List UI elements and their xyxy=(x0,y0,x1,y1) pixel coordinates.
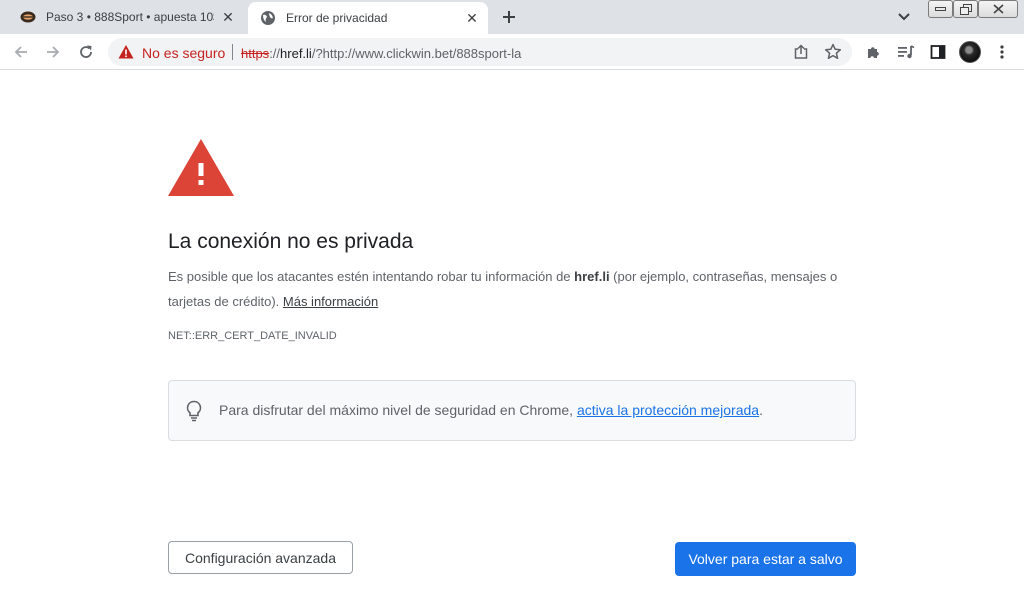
tab-title: Paso 3 • 888Sport • apuesta 10$ xyxy=(46,10,214,24)
error-code: NET::ERR_CERT_DATE_INVALID xyxy=(168,330,337,342)
url-separator: :// xyxy=(269,46,281,61)
enhanced-protection-promo: Para disfrutar del máximo nivel de segur… xyxy=(168,380,856,441)
tab-title: Error de privacidad xyxy=(286,11,388,25)
back-button[interactable] xyxy=(10,41,32,63)
close-tab-icon[interactable]: ✕ xyxy=(464,10,480,26)
reload-button[interactable] xyxy=(75,41,97,63)
minimize-icon xyxy=(935,7,946,11)
888sport-favicon xyxy=(20,11,36,23)
security-status[interactable]: No es seguro xyxy=(142,45,225,61)
plus-icon xyxy=(503,11,515,23)
forward-button[interactable] xyxy=(42,41,64,63)
warning-triangle-icon xyxy=(168,139,234,196)
toolbar: No es seguro https://href.li/?http://www… xyxy=(0,34,1024,70)
tab-888sport[interactable]: Paso 3 • 888Sport • apuesta 10$ ✕ xyxy=(8,0,248,34)
divider xyxy=(232,44,233,60)
main-message: Es posible que los atacantes estén inten… xyxy=(168,264,858,314)
lightbulb-icon xyxy=(186,400,202,422)
minimize-button[interactable] xyxy=(928,0,953,18)
globe-icon xyxy=(261,11,275,25)
menu-button[interactable] xyxy=(992,42,1012,62)
url-text[interactable]: https://href.li/?http://www.clickwin.bet… xyxy=(241,46,521,61)
tab-strip: Paso 3 • 888Sport • apuesta 10$ ✕ Error … xyxy=(0,0,1024,34)
enhanced-protection-link[interactable]: activa la protección mejorada xyxy=(577,402,759,418)
star-icon[interactable] xyxy=(824,43,842,61)
url-path: /?http://www.clickwin.bet/888sport-la xyxy=(311,46,522,61)
message-host: href.li xyxy=(574,269,610,284)
extensions-button[interactable] xyxy=(864,42,884,62)
message-text: Es posible que los atacantes estén inten… xyxy=(168,269,575,284)
close-window-button[interactable] xyxy=(978,0,1018,18)
restore-icon xyxy=(959,3,972,15)
puzzle-icon xyxy=(868,47,879,58)
more-info-link[interactable]: Más información xyxy=(283,294,378,309)
arrow-right-icon xyxy=(47,46,60,58)
music-queue-icon xyxy=(898,45,915,59)
chevron-down-icon xyxy=(898,13,910,21)
close-icon xyxy=(992,4,1004,14)
url-host: href.li xyxy=(280,46,312,61)
tab-search-button[interactable] xyxy=(895,8,913,26)
new-tab-button[interactable] xyxy=(498,6,520,28)
interstitial-page: La conexión no es privada Es posible que… xyxy=(0,71,1024,600)
restore-button[interactable] xyxy=(953,0,978,18)
media-control-button[interactable] xyxy=(896,42,916,62)
page-title: La conexión no es privada xyxy=(168,230,414,253)
share-icon[interactable] xyxy=(793,44,809,60)
promo-text: Para disfrutar del máximo nivel de segur… xyxy=(219,402,577,418)
promo-text: . xyxy=(759,402,763,418)
back-to-safety-button[interactable]: Volver para estar a salvo xyxy=(675,542,856,576)
warning-icon[interactable] xyxy=(118,44,134,60)
avatar[interactable] xyxy=(959,41,981,63)
arrow-left-icon xyxy=(14,46,27,58)
promo-message: Para disfrutar del máximo nivel de segur… xyxy=(219,402,763,418)
url-scheme: https xyxy=(241,46,270,61)
tab-privacy-error[interactable]: Error de privacidad ✕ xyxy=(248,2,488,34)
reload-icon xyxy=(80,45,92,58)
side-panel-button[interactable] xyxy=(928,42,948,62)
more-vert-icon xyxy=(1000,45,1004,59)
close-tab-icon[interactable]: ✕ xyxy=(220,9,236,25)
advanced-settings-button[interactable]: Configuración avanzada xyxy=(168,541,353,574)
address-bar[interactable]: No es seguro https://href.li/?http://www… xyxy=(108,38,852,66)
side-panel-icon xyxy=(930,45,946,59)
